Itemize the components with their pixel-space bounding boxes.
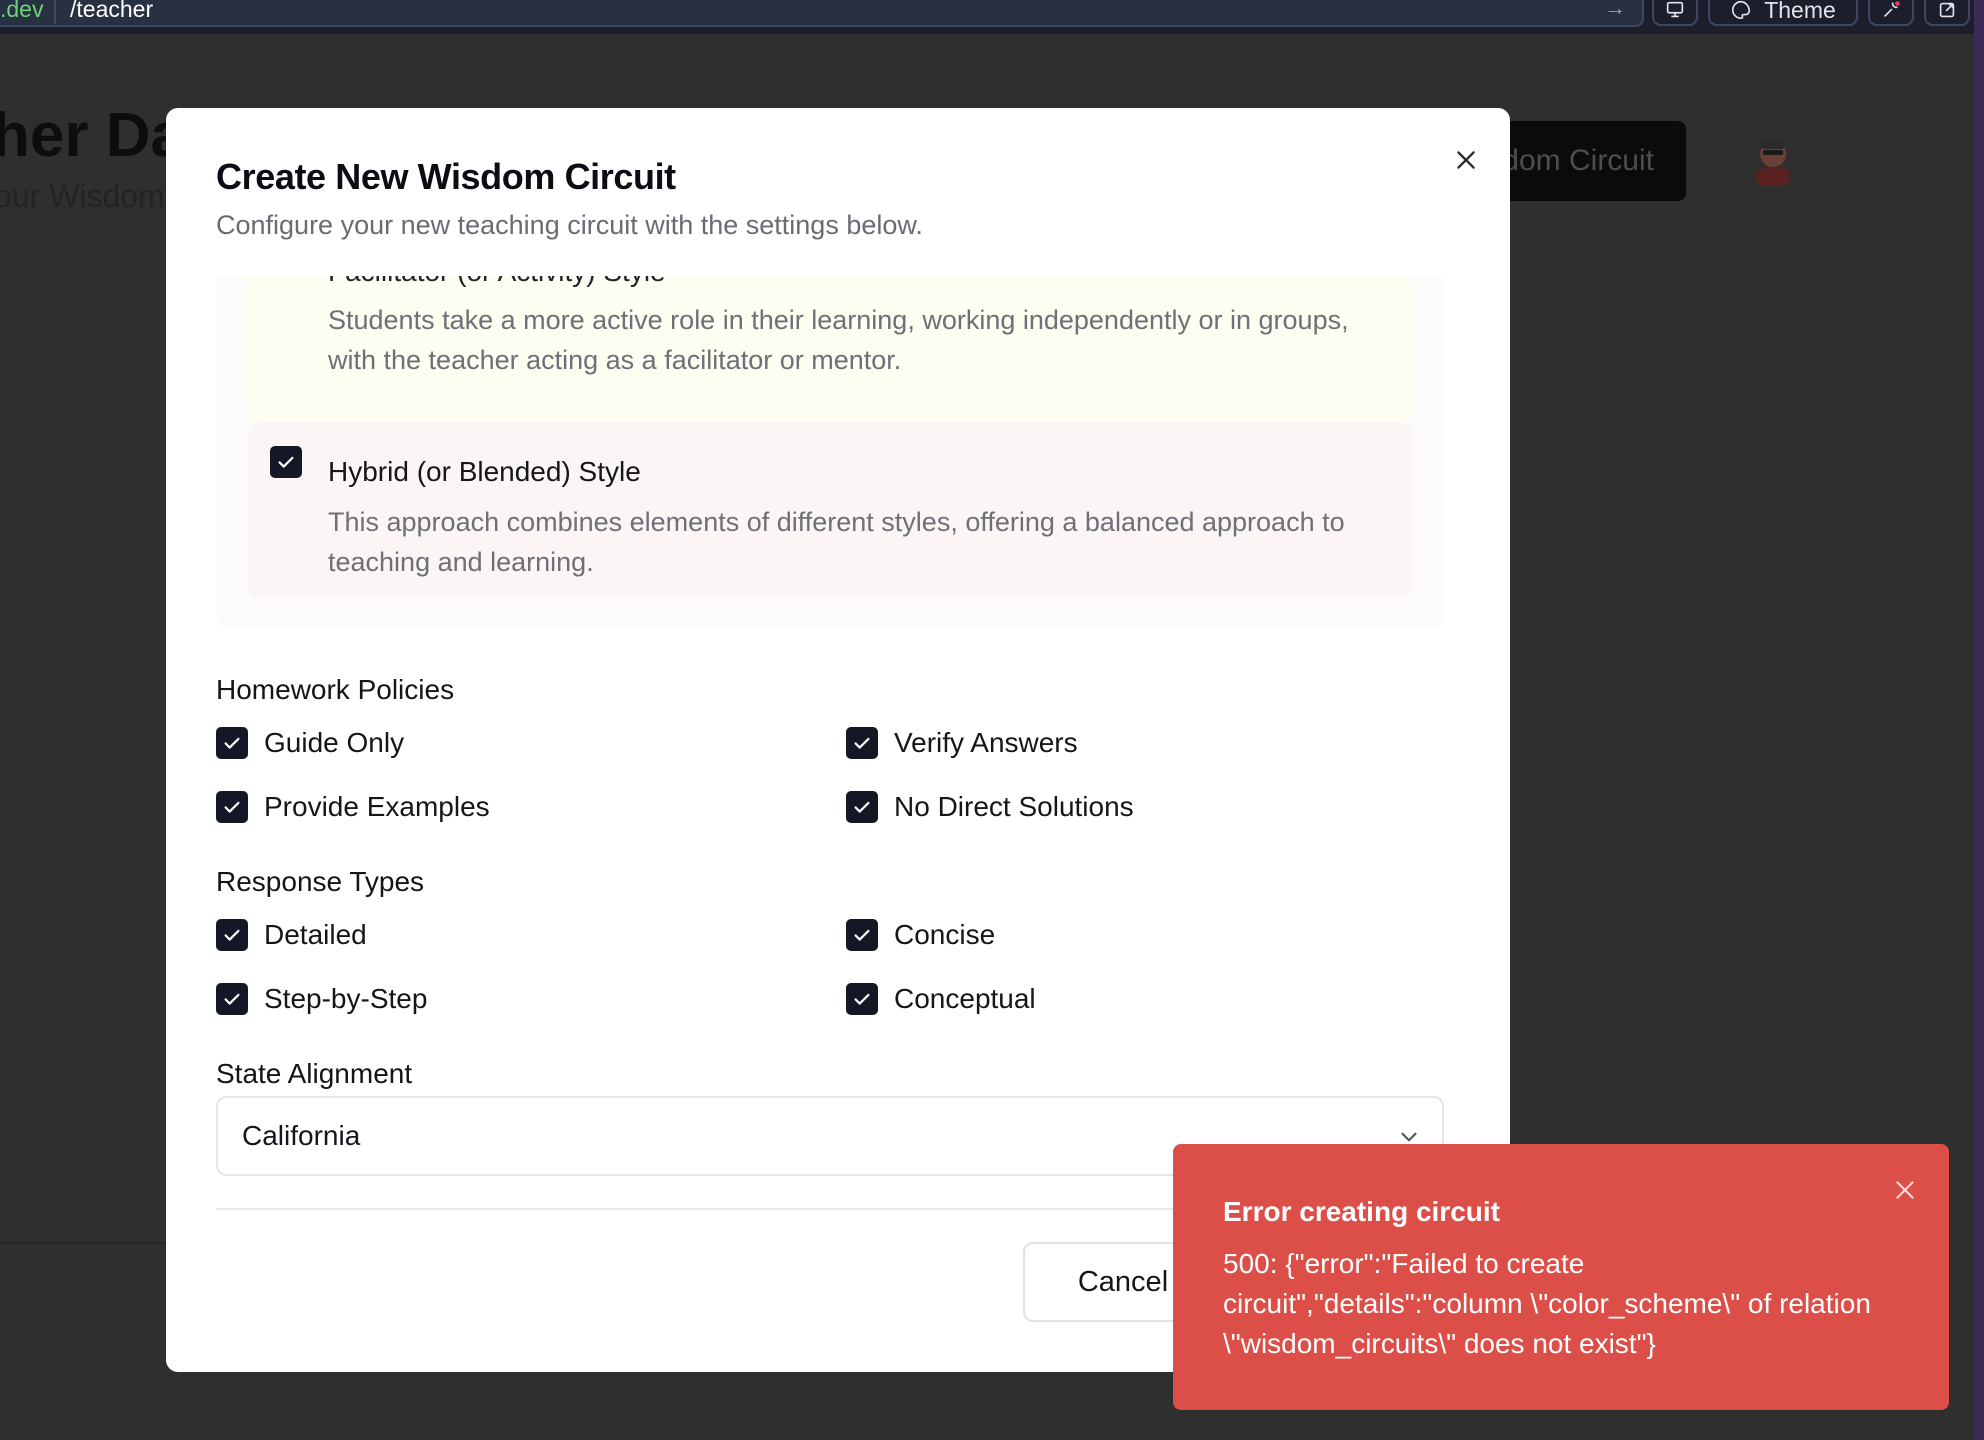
style-card-title: Facilitator (or Activity) Style (328, 276, 666, 288)
select-value: California (242, 1120, 361, 1151)
homework-policies-label: Homework Policies (216, 674, 455, 705)
dashboard-subtitle: our Wisdom (0, 178, 165, 214)
response-step-by-step[interactable]: Step-by-Step (216, 983, 427, 1015)
check-icon (854, 929, 870, 941)
check-icon (224, 993, 240, 1005)
teaching-styles-panel[interactable]: Facilitator (or Activity) Style Students… (216, 276, 1444, 628)
checkbox-label: Conceptual (894, 983, 1036, 1014)
url-domain: .dev (0, 0, 56, 24)
check-icon (854, 801, 870, 813)
open-external-button[interactable] (1924, 0, 1970, 26)
checkbox-label: No Direct Solutions (894, 791, 1134, 822)
check-icon (224, 929, 240, 941)
check-icon (854, 737, 870, 749)
checkbox-label: Concise (894, 919, 996, 950)
checkbox-label: Provide Examples (264, 791, 490, 822)
check-icon (224, 737, 240, 749)
step-by-step-checkbox[interactable] (216, 983, 248, 1015)
dialog-description: Configure your new teaching circuit with… (216, 210, 923, 240)
palette-icon (1732, 0, 1751, 20)
check-icon (278, 456, 294, 468)
external-link-icon (1939, 2, 1955, 18)
check-icon (224, 801, 240, 813)
tools-button[interactable] (1868, 0, 1914, 26)
close-icon (1457, 151, 1475, 169)
wrench-icon (1883, 1, 1900, 18)
state-alignment-label: State Alignment (216, 1058, 413, 1089)
dismiss-toast-button[interactable] (1889, 1174, 1921, 1206)
toast-title: Error creating circuit (1223, 1196, 1500, 1227)
url-path[interactable]: /teacher (70, 0, 153, 24)
concise-checkbox[interactable] (846, 919, 878, 951)
browser-toolbar: .dev /teacher → Theme (0, 0, 1984, 34)
hybrid-style-checkbox[interactable] (270, 446, 302, 478)
conceptual-checkbox[interactable] (846, 983, 878, 1015)
avatar[interactable] (1752, 136, 1794, 186)
checkbox-label: Detailed (264, 919, 367, 950)
no-direct-solutions-checkbox[interactable] (846, 791, 878, 823)
response-types-label: Response Types (216, 866, 425, 897)
guide-only-checkbox[interactable] (216, 727, 248, 759)
style-card-facilitator[interactable]: Facilitator (or Activity) Style Students… (248, 276, 1412, 422)
checkbox-label: Guide Only (264, 727, 405, 758)
device-preview-button[interactable] (1652, 0, 1698, 26)
address-bar[interactable] (0, 0, 1644, 27)
style-card-description: Students take a more active role in thei… (328, 305, 1349, 375)
checkbox-label: Verify Answers (894, 727, 1078, 758)
response-conceptual[interactable]: Conceptual (846, 983, 1036, 1015)
style-card-hybrid[interactable]: Hybrid (or Blended) Style This approach … (248, 422, 1412, 598)
close-dialog-button[interactable] (1446, 140, 1486, 180)
dialog-title: Create New Wisdom Circuit (216, 156, 676, 197)
scrollbar[interactable] (1974, 0, 1984, 1440)
policy-provide-examples[interactable]: Provide Examples (216, 791, 490, 823)
background-divider (0, 1242, 166, 1244)
monitor-icon (1666, 1, 1684, 18)
response-concise[interactable]: Concise (846, 919, 995, 951)
theme-button[interactable]: Theme (1708, 0, 1858, 26)
detailed-checkbox[interactable] (216, 919, 248, 951)
response-detailed[interactable]: Detailed (216, 919, 367, 951)
close-icon (1896, 1181, 1914, 1199)
policy-no-direct-solutions[interactable]: No Direct Solutions (846, 791, 1134, 823)
style-card-description: This approach combines elements of diffe… (328, 507, 1345, 577)
style-card-title: Hybrid (or Blended) Style (328, 456, 641, 487)
verify-answers-checkbox[interactable] (846, 727, 878, 759)
provide-examples-checkbox[interactable] (216, 791, 248, 823)
policy-guide-only[interactable]: Guide Only (216, 727, 404, 759)
checkbox-label: Step-by-Step (264, 983, 428, 1014)
toast-message: 500: {"error":"Failed to create circuit"… (1223, 1248, 1871, 1359)
policy-verify-answers[interactable]: Verify Answers (846, 727, 1078, 759)
check-icon (854, 993, 870, 1005)
go-arrow-icon[interactable]: → (1604, 0, 1626, 23)
theme-label: Theme (1764, 0, 1836, 23)
error-toast: Error creating circuit 500: {"error":"Fa… (1173, 1144, 1949, 1410)
